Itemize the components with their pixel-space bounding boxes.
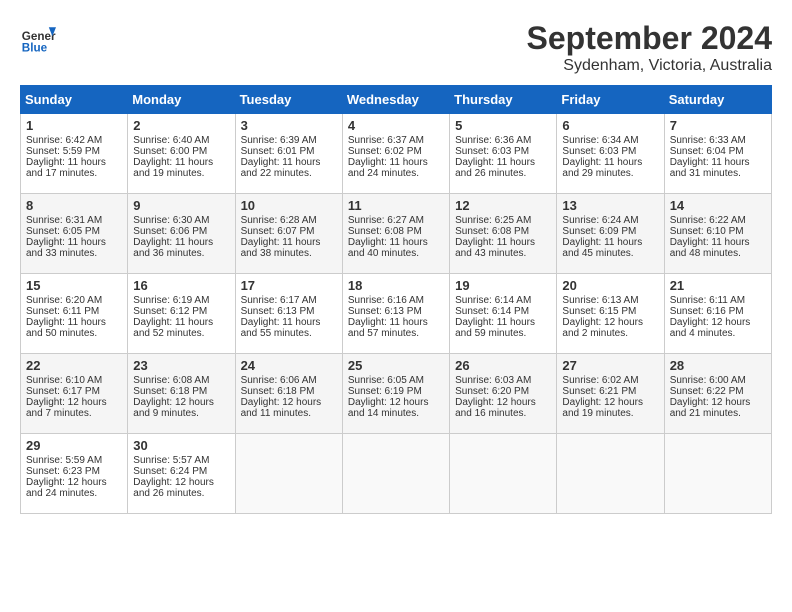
table-row: 7 Sunrise: 6:33 AM Sunset: 6:04 PM Dayli… <box>664 114 771 194</box>
page-subtitle: Sydenham, Victoria, Australia <box>527 57 772 75</box>
header-monday: Monday <box>128 86 235 114</box>
header-row: Sunday Monday Tuesday Wednesday Thursday… <box>21 86 772 114</box>
table-row: 20 Sunrise: 6:13 AM Sunset: 6:15 PM Dayl… <box>557 274 664 354</box>
table-row: 8 Sunrise: 6:31 AM Sunset: 6:05 PM Dayli… <box>21 194 128 274</box>
table-row: 30 Sunrise: 5:57 AM Sunset: 6:24 PM Dayl… <box>128 434 235 514</box>
logo: General Blue <box>20 20 56 56</box>
table-row: 22 Sunrise: 6:10 AM Sunset: 6:17 PM Dayl… <box>21 354 128 434</box>
table-row: 19 Sunrise: 6:14 AM Sunset: 6:14 PM Dayl… <box>450 274 557 354</box>
table-row: 14 Sunrise: 6:22 AM Sunset: 6:10 PM Dayl… <box>664 194 771 274</box>
header-thursday: Thursday <box>450 86 557 114</box>
table-row: 25 Sunrise: 6:05 AM Sunset: 6:19 PM Dayl… <box>342 354 449 434</box>
table-row <box>235 434 342 514</box>
header-friday: Friday <box>557 86 664 114</box>
table-row: 6 Sunrise: 6:34 AM Sunset: 6:03 PM Dayli… <box>557 114 664 194</box>
table-row: 23 Sunrise: 6:08 AM Sunset: 6:18 PM Dayl… <box>128 354 235 434</box>
table-row <box>664 434 771 514</box>
table-row: 17 Sunrise: 6:17 AM Sunset: 6:13 PM Dayl… <box>235 274 342 354</box>
table-row: 29 Sunrise: 5:59 AM Sunset: 6:23 PM Dayl… <box>21 434 128 514</box>
table-row: 15 Sunrise: 6:20 AM Sunset: 6:11 PM Dayl… <box>21 274 128 354</box>
table-row: 11 Sunrise: 6:27 AM Sunset: 6:08 PM Dayl… <box>342 194 449 274</box>
calendar-week-row: 8 Sunrise: 6:31 AM Sunset: 6:05 PM Dayli… <box>21 194 772 274</box>
table-row: 9 Sunrise: 6:30 AM Sunset: 6:06 PM Dayli… <box>128 194 235 274</box>
table-row: 21 Sunrise: 6:11 AM Sunset: 6:16 PM Dayl… <box>664 274 771 354</box>
table-row: 4 Sunrise: 6:37 AM Sunset: 6:02 PM Dayli… <box>342 114 449 194</box>
logo-icon: General Blue <box>20 20 56 56</box>
calendar-week-row: 15 Sunrise: 6:20 AM Sunset: 6:11 PM Dayl… <box>21 274 772 354</box>
header-tuesday: Tuesday <box>235 86 342 114</box>
table-row: 5 Sunrise: 6:36 AM Sunset: 6:03 PM Dayli… <box>450 114 557 194</box>
svg-text:Blue: Blue <box>22 42 48 55</box>
table-row <box>450 434 557 514</box>
header-wednesday: Wednesday <box>342 86 449 114</box>
calendar-week-row: 29 Sunrise: 5:59 AM Sunset: 6:23 PM Dayl… <box>21 434 772 514</box>
header-sunday: Sunday <box>21 86 128 114</box>
table-row: 3 Sunrise: 6:39 AM Sunset: 6:01 PM Dayli… <box>235 114 342 194</box>
table-row: 26 Sunrise: 6:03 AM Sunset: 6:20 PM Dayl… <box>450 354 557 434</box>
page-title: September 2024 <box>527 20 772 57</box>
calendar-week-row: 1 Sunrise: 6:42 AM Sunset: 5:59 PM Dayli… <box>21 114 772 194</box>
calendar-table: Sunday Monday Tuesday Wednesday Thursday… <box>20 85 772 514</box>
page-header: General Blue September 2024 Sydenham, Vi… <box>20 20 772 75</box>
table-row: 28 Sunrise: 6:00 AM Sunset: 6:22 PM Dayl… <box>664 354 771 434</box>
table-row <box>342 434 449 514</box>
table-row: 10 Sunrise: 6:28 AM Sunset: 6:07 PM Dayl… <box>235 194 342 274</box>
calendar-week-row: 22 Sunrise: 6:10 AM Sunset: 6:17 PM Dayl… <box>21 354 772 434</box>
table-row: 27 Sunrise: 6:02 AM Sunset: 6:21 PM Dayl… <box>557 354 664 434</box>
table-row: 2 Sunrise: 6:40 AM Sunset: 6:00 PM Dayli… <box>128 114 235 194</box>
title-block: September 2024 Sydenham, Victoria, Austr… <box>527 20 772 75</box>
table-row: 1 Sunrise: 6:42 AM Sunset: 5:59 PM Dayli… <box>21 114 128 194</box>
table-row: 16 Sunrise: 6:19 AM Sunset: 6:12 PM Dayl… <box>128 274 235 354</box>
table-row: 12 Sunrise: 6:25 AM Sunset: 6:08 PM Dayl… <box>450 194 557 274</box>
table-row: 18 Sunrise: 6:16 AM Sunset: 6:13 PM Dayl… <box>342 274 449 354</box>
header-saturday: Saturday <box>664 86 771 114</box>
table-row: 24 Sunrise: 6:06 AM Sunset: 6:18 PM Dayl… <box>235 354 342 434</box>
table-row <box>557 434 664 514</box>
table-row: 13 Sunrise: 6:24 AM Sunset: 6:09 PM Dayl… <box>557 194 664 274</box>
